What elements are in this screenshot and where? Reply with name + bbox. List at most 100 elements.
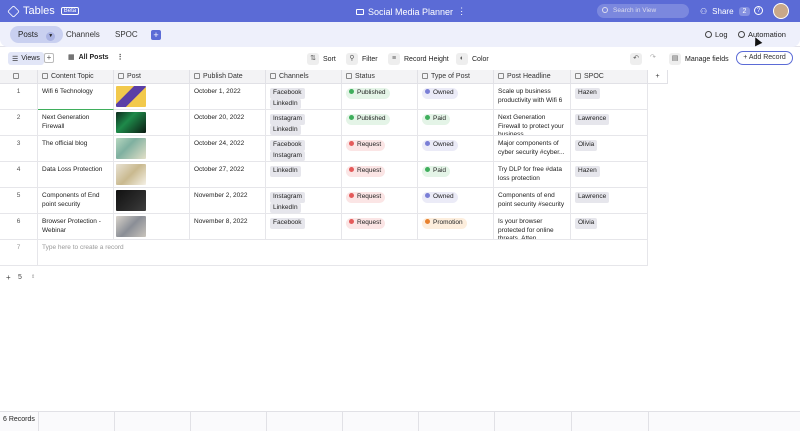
cell-status[interactable]: Request xyxy=(342,188,418,214)
cell-post-headline[interactable]: Components of end point security #securi… xyxy=(494,188,571,214)
cell-post-headline[interactable]: Major components of cyber security #cybe… xyxy=(494,136,571,162)
post-image-thumbnail[interactable] xyxy=(116,138,146,159)
cell-post[interactable] xyxy=(114,188,190,214)
column-header-status[interactable]: Status xyxy=(342,70,418,84)
cell-post[interactable] xyxy=(114,162,190,188)
cell-post[interactable] xyxy=(114,214,190,240)
color-button[interactable]: ◐ Color xyxy=(456,53,489,65)
cell-content-topic[interactable]: Browser Protection - Webinar xyxy=(38,214,114,240)
cell-spoc[interactable]: Hazen xyxy=(571,84,648,110)
cell-channels[interactable]: InstagramLinkedIn xyxy=(266,188,342,214)
cell-type-of-post[interactable]: Promotion xyxy=(418,214,494,240)
cell-status[interactable]: Request xyxy=(342,214,418,240)
cell-publish-date[interactable]: October 20, 2022 xyxy=(190,110,266,136)
cell-post-headline[interactable]: Next Generation Firewall to protect your… xyxy=(494,110,571,136)
add-row-button[interactable]: + xyxy=(6,273,11,282)
cell-status[interactable]: Request xyxy=(342,136,418,162)
post-image-thumbnail[interactable] xyxy=(116,86,146,107)
manage-fields-button[interactable]: ▤ Manage fields xyxy=(669,53,729,65)
new-record-input[interactable]: Type here to create a record xyxy=(38,240,124,266)
log-button[interactable]: Log xyxy=(705,30,728,39)
column-header-publish-date[interactable]: Publish Date xyxy=(190,70,266,84)
chevron-down-icon[interactable]: ▼ xyxy=(46,32,56,41)
current-view[interactable]: ▦ All Posts ⋮ xyxy=(68,53,124,62)
view-name: All Posts xyxy=(78,53,109,61)
tab-spoc[interactable]: SPOC xyxy=(107,26,146,43)
cell-publish-date[interactable]: October 27, 2022 xyxy=(190,162,266,188)
cell-post[interactable] xyxy=(114,84,190,110)
views-label: Views xyxy=(21,55,40,62)
cell-channels[interactable]: LinkedIn xyxy=(266,162,342,188)
cell-channels[interactable]: FacebookLinkedIn xyxy=(266,84,342,110)
add-column-button[interactable]: + xyxy=(648,70,668,84)
cell-spoc[interactable]: Lawrence xyxy=(571,110,648,136)
post-image-thumbnail[interactable] xyxy=(116,164,146,185)
cell-status[interactable]: Request xyxy=(342,162,418,188)
tab-posts[interactable]: Posts ▼ xyxy=(10,26,64,43)
cell-post[interactable] xyxy=(114,136,190,162)
cell-content-topic[interactable]: Components of End point security xyxy=(38,188,114,214)
redo-button[interactable]: ↷ xyxy=(650,53,656,61)
cell-content-topic[interactable]: The official blog xyxy=(38,136,114,162)
cell-channels[interactable]: FacebookInstagram xyxy=(266,136,342,162)
post-image-thumbnail[interactable] xyxy=(116,216,146,237)
column-header-channels[interactable]: Channels xyxy=(266,70,342,84)
cell-post-headline[interactable]: Try DLP for free #data loss protection xyxy=(494,162,571,188)
column-header-spoc[interactable]: SPOC xyxy=(571,70,648,84)
page-size-select[interactable]: 5 xyxy=(18,274,22,281)
cell-post-headline[interactable]: Is your browser protected for online thr… xyxy=(494,214,571,240)
record-height-button[interactable]: ≡ Record Height xyxy=(388,53,449,65)
cell-post-headline[interactable]: Scale up business productivity with Wifi… xyxy=(494,84,571,110)
post-image-thumbnail[interactable] xyxy=(116,112,146,133)
view-menu-icon[interactable]: ⋮ xyxy=(117,53,124,61)
app-logo[interactable]: Tables Beta xyxy=(7,4,80,18)
select-all-header[interactable] xyxy=(0,70,38,84)
help-icon[interactable]: ? xyxy=(754,6,763,15)
cell-spoc[interactable]: Hazen xyxy=(571,162,648,188)
column-header-post[interactable]: Post xyxy=(114,70,190,84)
column-header-post-headline[interactable]: Post Headline xyxy=(494,70,571,84)
sort-label: Sort xyxy=(323,55,336,63)
avatar[interactable] xyxy=(773,3,789,19)
search-input[interactable]: Search in View xyxy=(597,4,689,18)
cell-publish-date[interactable]: October 24, 2022 xyxy=(190,136,266,162)
cell-content-topic[interactable]: Wifi 6 Technology xyxy=(38,84,114,110)
cell-type-of-post[interactable]: Owned xyxy=(418,188,494,214)
cell-publish-date[interactable]: November 8, 2022 xyxy=(190,214,266,240)
spoc-chip: Lawrence xyxy=(575,192,610,203)
select-all-checkbox-icon[interactable] xyxy=(13,73,19,79)
add-table-button[interactable]: + xyxy=(151,30,161,40)
cell-status[interactable]: Published xyxy=(342,84,418,110)
add-view-button[interactable]: + xyxy=(44,53,54,63)
cell-spoc[interactable]: Lawrence xyxy=(571,188,648,214)
kebab-menu-icon[interactable]: ⋮ xyxy=(457,6,466,17)
stepper-icon[interactable]: ⇕ xyxy=(31,274,35,280)
automation-button[interactable]: Automation xyxy=(738,30,786,39)
cell-post[interactable] xyxy=(114,110,190,136)
sort-button[interactable]: ⇅ Sort xyxy=(307,53,336,65)
cell-status[interactable]: Published xyxy=(342,110,418,136)
cell-content-topic[interactable]: Data Loss Protection xyxy=(38,162,114,188)
undo-button[interactable]: ↶ xyxy=(630,53,642,65)
cell-spoc[interactable]: Olivia xyxy=(571,214,648,240)
new-row-area[interactable] xyxy=(114,240,648,266)
column-header-content-topic[interactable]: Content Topic xyxy=(38,70,114,84)
document-title[interactable]: Social Media Planner ⋮ xyxy=(356,6,466,17)
share-button[interactable]: ⚇ Share 2 xyxy=(700,4,751,18)
cell-channels[interactable]: InstagramLinkedIn xyxy=(266,110,342,136)
column-header-type-of-post[interactable]: Type of Post xyxy=(418,70,494,84)
cell-type-of-post[interactable]: Paid xyxy=(418,110,494,136)
cell-type-of-post[interactable]: Owned xyxy=(418,136,494,162)
views-button[interactable]: ☰ Views xyxy=(8,52,44,65)
cell-spoc[interactable]: Olivia xyxy=(571,136,648,162)
cell-content-topic[interactable]: Next Generation Firewall xyxy=(38,110,114,136)
cell-channels[interactable]: Facebook xyxy=(266,214,342,240)
post-image-thumbnail[interactable] xyxy=(116,190,146,211)
cell-publish-date[interactable]: October 1, 2022 xyxy=(190,84,266,110)
cell-type-of-post[interactable]: Owned xyxy=(418,84,494,110)
tab-channels[interactable]: Channels xyxy=(58,26,108,43)
cell-type-of-post[interactable]: Paid xyxy=(418,162,494,188)
cell-publish-date[interactable]: November 2, 2022 xyxy=(190,188,266,214)
add-record-button[interactable]: + Add Record xyxy=(736,51,793,65)
filter-button[interactable]: ⚲ Filter xyxy=(346,53,378,65)
